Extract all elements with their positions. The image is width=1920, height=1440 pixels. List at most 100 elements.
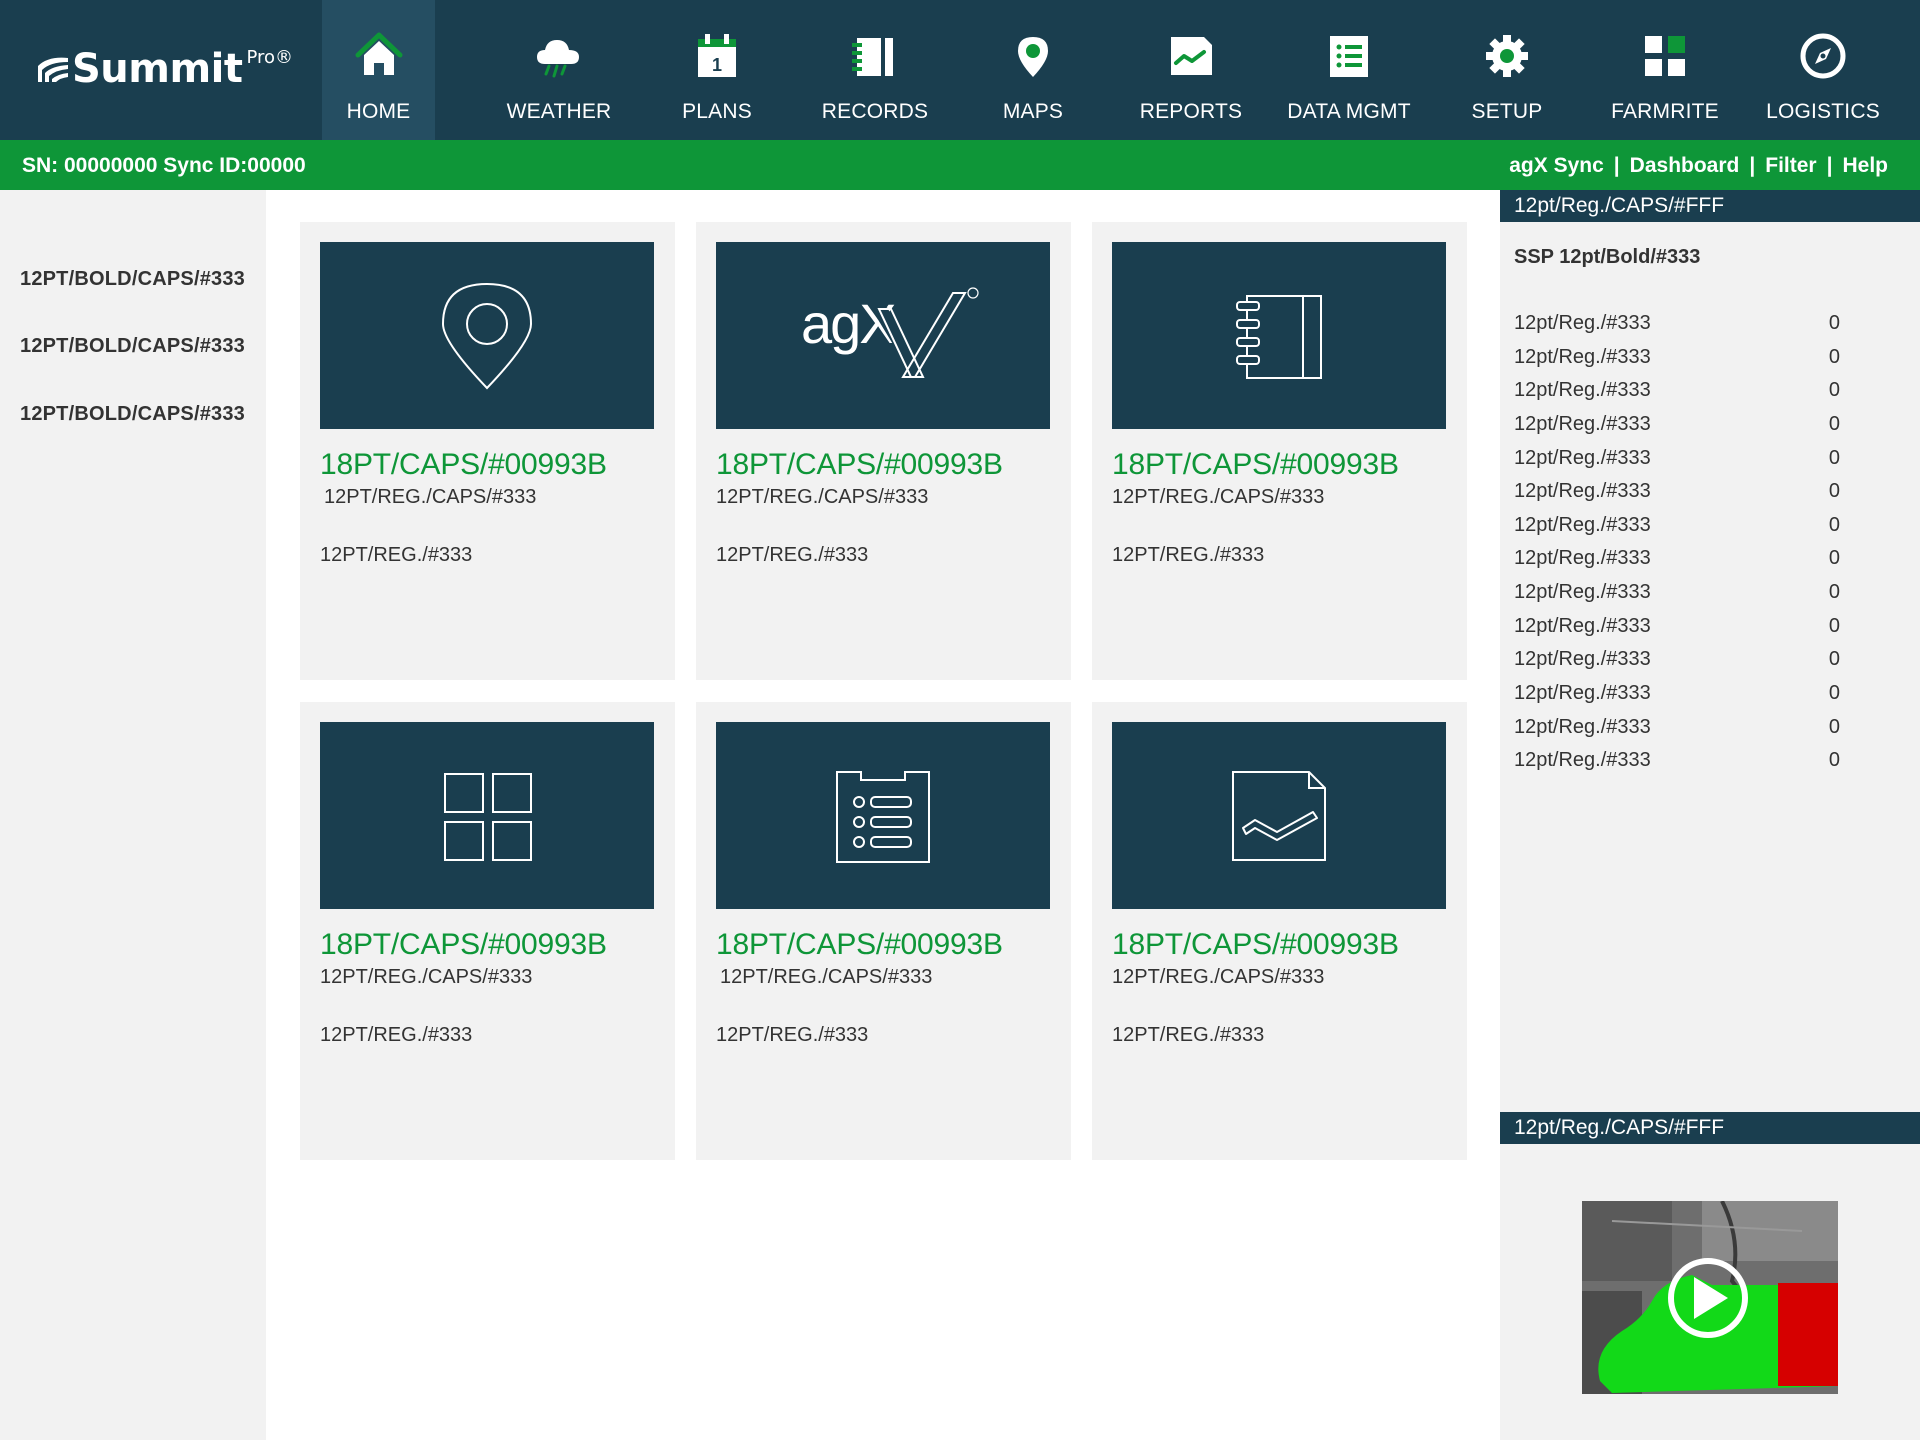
gear-icon bbox=[1481, 30, 1533, 82]
tile-image bbox=[716, 722, 1050, 909]
calendar-icon: 1 bbox=[691, 30, 743, 82]
map-pin-icon bbox=[441, 282, 533, 389]
panel-subtitle: SSP 12pt/Bold/#333 bbox=[1514, 246, 1701, 268]
stat-label: 12pt/Reg./#333 bbox=[1514, 413, 1651, 435]
tile-subtitle: 12PT/REG./CAPS/#333 bbox=[720, 966, 933, 988]
stat-row: 12pt/Reg./#333 0 bbox=[1514, 346, 1840, 376]
main-nav: HOME WEATHER 1 PLANS RECORDS MAPS REPORT… bbox=[322, 0, 1902, 140]
tile-image bbox=[320, 242, 654, 429]
calendar-day-number: 1 bbox=[712, 55, 722, 75]
grid-icon bbox=[444, 772, 532, 861]
nav-reports-label: REPORTS bbox=[1139, 100, 1243, 123]
stat-row: 12pt/Reg./#333 0 bbox=[1514, 312, 1840, 342]
tile-title: 18PT/CAPS/#00993B bbox=[716, 448, 1003, 481]
dashboard-link[interactable]: Dashboard bbox=[1630, 154, 1740, 178]
tile-title: 18PT/CAPS/#00993B bbox=[1112, 928, 1399, 961]
tile-title: 18PT/CAPS/#00993B bbox=[320, 928, 607, 961]
stat-label: 12pt/Reg./#333 bbox=[1514, 648, 1651, 670]
stat-value: 0 bbox=[1828, 547, 1840, 569]
nav-setup[interactable]: SETUP bbox=[1428, 0, 1586, 140]
nav-reports[interactable]: REPORTS bbox=[1112, 0, 1270, 140]
data-list-icon bbox=[1323, 30, 1375, 82]
stat-label: 12pt/Reg./#333 bbox=[1514, 379, 1651, 401]
stat-row: 12pt/Reg./#333 0 bbox=[1514, 615, 1840, 645]
help-link[interactable]: Help bbox=[1842, 154, 1888, 178]
stat-label: 12pt/Reg./#333 bbox=[1514, 312, 1651, 334]
nav-records[interactable]: RECORDS bbox=[796, 0, 954, 140]
tile-reports[interactable]: 18PT/CAPS/#00993B 12PT/REG./CAPS/#333 12… bbox=[1092, 702, 1467, 1160]
stat-row: 12pt/Reg./#333 0 bbox=[1514, 581, 1840, 611]
tile-image bbox=[1112, 242, 1446, 429]
tile-title: 18PT/CAPS/#00993B bbox=[1112, 448, 1399, 481]
sidebar-item-1[interactable]: 12PT/BOLD/CAPS/#333 bbox=[20, 268, 245, 291]
tile-subtitle: 12PT/REG./CAPS/#333 bbox=[1112, 486, 1325, 508]
summit-pro-logo[interactable]: Summit Pro® bbox=[36, 46, 293, 96]
panel-header-video: 12pt/Reg./CAPS/#FFF bbox=[1500, 1112, 1920, 1144]
agx-sync-link[interactable]: agX Sync bbox=[1509, 154, 1604, 178]
serial-sync-id: SN: 00000000 Sync ID:00000 bbox=[22, 154, 306, 177]
stat-value: 0 bbox=[1828, 682, 1840, 704]
status-bar: SN: 00000000 Sync ID:00000 agX Sync | Da… bbox=[0, 140, 1920, 190]
brand-superscript: Pro® bbox=[246, 47, 294, 68]
stat-label: 12pt/Reg./#333 bbox=[1514, 716, 1651, 738]
stat-value: 0 bbox=[1828, 749, 1840, 771]
tile-subtitle: 12PT/REG./CAPS/#333 bbox=[320, 966, 533, 988]
tile-subtitle: 12PT/REG./CAPS/#333 bbox=[716, 486, 929, 508]
nav-home[interactable]: HOME bbox=[322, 0, 435, 140]
stat-value: 0 bbox=[1828, 514, 1840, 536]
stat-label: 12pt/Reg./#333 bbox=[1514, 547, 1651, 569]
stat-label: 12pt/Reg./#333 bbox=[1514, 514, 1651, 536]
nav-plans[interactable]: 1 PLANS bbox=[638, 0, 796, 140]
nav-farmrite[interactable]: FARMRITE bbox=[1586, 0, 1744, 140]
field-map-image bbox=[1582, 1201, 1838, 1394]
tile-agx[interactable]: agX 18PT/CAPS/#00993B 12PT/REG./CAPS/#33… bbox=[696, 222, 1071, 680]
stat-label: 12pt/Reg./#333 bbox=[1514, 682, 1651, 704]
stat-row: 12pt/Reg./#333 0 bbox=[1514, 547, 1840, 577]
stat-value: 0 bbox=[1828, 447, 1840, 469]
stat-value: 0 bbox=[1828, 648, 1840, 670]
right-panel: 12pt/Reg./CAPS/#FFF SSP 12pt/Bold/#333 1… bbox=[1500, 190, 1920, 1440]
sidebar-item-3[interactable]: 12PT/BOLD/CAPS/#333 bbox=[20, 403, 245, 426]
tile-maps[interactable]: 18PT/CAPS/#00993B 12PT/REG./CAPS/#333 12… bbox=[300, 222, 675, 680]
nav-weather[interactable]: WEATHER bbox=[480, 0, 638, 140]
tile-image: agX bbox=[716, 242, 1050, 429]
home-icon bbox=[353, 30, 405, 82]
tile-description: 12PT/REG./#333 bbox=[716, 1024, 869, 1046]
nav-logistics-label: LOGISTICS bbox=[1766, 100, 1880, 123]
stat-value: 0 bbox=[1828, 379, 1840, 401]
tile-data-mgmt[interactable]: 18PT/CAPS/#00993B 12PT/REG./CAPS/#333 12… bbox=[696, 702, 1071, 1160]
link-separator: | bbox=[1749, 154, 1756, 177]
sidebar-item-2[interactable]: 12PT/BOLD/CAPS/#333 bbox=[20, 335, 245, 358]
stat-label: 12pt/Reg./#333 bbox=[1514, 581, 1651, 603]
nav-setup-label: SETUP bbox=[1471, 100, 1543, 123]
nav-logistics[interactable]: LOGISTICS bbox=[1744, 0, 1902, 140]
stat-value: 0 bbox=[1828, 716, 1840, 738]
stat-row: 12pt/Reg./#333 0 bbox=[1514, 682, 1840, 712]
compass-icon bbox=[1797, 30, 1849, 82]
stat-row: 12pt/Reg./#333 0 bbox=[1514, 480, 1840, 510]
filter-link[interactable]: Filter bbox=[1765, 154, 1816, 178]
video-thumbnail[interactable] bbox=[1582, 1201, 1838, 1394]
records-icon bbox=[1236, 294, 1322, 379]
stat-row: 12pt/Reg./#333 0 bbox=[1514, 716, 1840, 746]
status-links: agX Sync | Dashboard | Filter | Help bbox=[1509, 154, 1888, 178]
report-icon bbox=[1232, 770, 1326, 861]
nav-data-mgmt-label: DATA MGMT bbox=[1287, 100, 1411, 123]
stat-row: 12pt/Reg./#333 0 bbox=[1514, 749, 1840, 779]
tile-farmrite[interactable]: 18PT/CAPS/#00993B 12PT/REG./CAPS/#333 12… bbox=[300, 702, 675, 1160]
stat-label: 12pt/Reg./#333 bbox=[1514, 346, 1651, 368]
nav-data-mgmt[interactable]: DATA MGMT bbox=[1270, 0, 1428, 140]
tile-image bbox=[1112, 722, 1446, 909]
stat-value: 0 bbox=[1828, 615, 1840, 637]
stat-row: 12pt/Reg./#333 0 bbox=[1514, 648, 1840, 678]
nav-records-label: RECORDS bbox=[821, 100, 929, 123]
stat-label: 12pt/Reg./#333 bbox=[1514, 447, 1651, 469]
tile-description: 12PT/REG./#333 bbox=[320, 1024, 473, 1046]
report-icon bbox=[1165, 30, 1217, 82]
nav-maps[interactable]: MAPS bbox=[954, 0, 1112, 140]
records-icon bbox=[849, 30, 901, 82]
stat-value: 0 bbox=[1828, 413, 1840, 435]
tile-title: 18PT/CAPS/#00993B bbox=[716, 928, 1003, 961]
tile-records[interactable]: 18PT/CAPS/#00993B 12PT/REG./CAPS/#333 12… bbox=[1092, 222, 1467, 680]
data-list-icon bbox=[836, 770, 930, 863]
